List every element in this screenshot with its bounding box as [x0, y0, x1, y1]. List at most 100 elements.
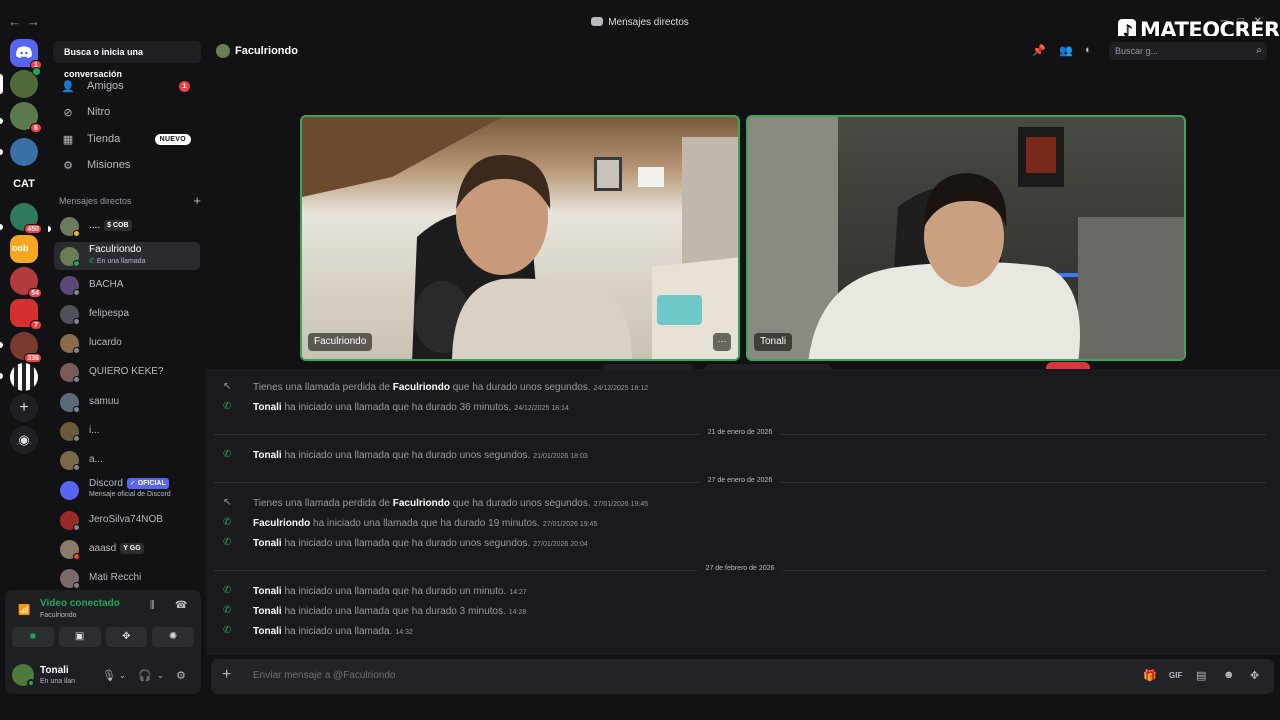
date-divider: 21 de enero de 2026 — [214, 429, 1266, 436]
headphones-icon[interactable]: 🎧 — [138, 669, 152, 682]
add-server-icon[interactable]: + — [10, 394, 38, 422]
nitro-icon: ⊘ — [63, 106, 73, 119]
timestamp: 14:28 — [508, 609, 527, 616]
call-log-item: ✆ Tonali ha iniciado una llamada. 14:32 — [206, 623, 1280, 641]
signal-icon: 📶 — [18, 605, 31, 616]
dm-item[interactable]: QUIERO KEKE? — [54, 358, 200, 386]
nav-item-nitro[interactable]: ⊘ Nitro — [54, 100, 200, 124]
video-tile-tonali[interactable]: Tonali — [746, 115, 1186, 361]
status-dot — [27, 679, 35, 687]
log-user[interactable]: Tonali — [253, 586, 282, 597]
attach-plus-icon[interactable]: + — [222, 666, 231, 684]
voice-connection-panel: 📶 Video conectado Faculriondo ⫼ ☎ ■ ▣ ✥ … — [5, 590, 201, 656]
profile-icon[interactable]: ◐ — [1085, 44, 1092, 56]
server-avatar[interactable]: 6 — [10, 102, 42, 133]
chevron-down-icon[interactable]: ⌄ — [119, 671, 126, 680]
dm-name: Faculriondo — [89, 244, 142, 255]
log-user[interactable]: Tonali — [253, 402, 282, 413]
camera-button[interactable]: ■ — [12, 627, 54, 647]
call-log-text: Faculriondo ha iniciado una llamada que … — [253, 518, 597, 529]
dm-item[interactable]: a... — [54, 446, 200, 474]
dm-name: i... — [89, 425, 100, 436]
server-text-cat[interactable]: CAT — [6, 178, 42, 190]
dm-item[interactable]: lucardo — [54, 329, 200, 357]
server-avatar[interactable]: 54 — [10, 267, 42, 298]
date-divider: 27 de febrero de 2026 — [214, 565, 1266, 572]
dm-item[interactable]: samuu — [54, 388, 200, 416]
nav-item-quests[interactable]: ⚙ Misiones — [54, 153, 200, 177]
timestamp: 27/01/2026 20:04 — [533, 541, 588, 548]
settings-icon[interactable]: ⚙ — [176, 669, 186, 682]
apps-icon[interactable]: ✥ — [1250, 669, 1259, 682]
call-log-text: Tonali ha iniciado una llamada que ha du… — [253, 606, 526, 617]
pin-icon[interactable]: 📌 — [1032, 44, 1046, 57]
dm-item[interactable]: Mati Recchi — [54, 564, 200, 590]
find-conversation-button[interactable]: Busca o inicia una conversación — [53, 41, 201, 79]
sticker-icon[interactable]: ▤ — [1196, 669, 1206, 682]
gif-icon[interactable]: GIF — [1169, 671, 1182, 680]
share-screen-button[interactable]: ▣ — [58, 627, 101, 647]
log-user[interactable]: Tonali — [253, 538, 282, 549]
emoji-icon[interactable]: ☻ — [1223, 669, 1235, 681]
log-text: que ha durado unos segundos. — [449, 498, 591, 509]
log-user[interactable]: Tonali — [253, 626, 282, 637]
nav-item-friends[interactable]: 👤 Amigos 1 — [54, 74, 200, 98]
server-avatar[interactable] — [10, 67, 41, 98]
dm-item[interactable]: Discord ✓ OFICIAL Mensaje oficial de Disco… — [54, 476, 200, 504]
server-avatar[interactable]: 7 — [10, 299, 42, 330]
log-user[interactable]: Tonali — [253, 450, 282, 461]
more-options-icon[interactable]: ··· — [713, 333, 731, 351]
server-avatar[interactable]: 336 — [10, 332, 42, 363]
dm-item-selected[interactable]: Faculriondo ✆ En una llamada — [54, 242, 200, 270]
server-avatar[interactable] — [10, 138, 38, 166]
server-avatar[interactable]: oob — [10, 235, 38, 263]
log-user[interactable]: Faculriondo — [253, 518, 310, 529]
server-badge: 7 — [30, 320, 42, 330]
log-user[interactable]: Faculriondo — [393, 382, 450, 393]
dm-item[interactable]: felipespa — [54, 300, 200, 328]
phone-icon: ✆ — [223, 517, 232, 528]
noise-suppression-icon[interactable]: ⫼ — [150, 600, 155, 611]
dm-item[interactable]: JeroSilva74NOB — [54, 506, 200, 534]
dm-name: Discord ✓ OFICIAL — [89, 478, 169, 489]
activities-button[interactable]: ✥ — [105, 627, 148, 647]
dm-name: a... — [89, 454, 103, 465]
log-text: ha iniciado una llamada que ha durado 19… — [310, 518, 540, 529]
discord-home-icon[interactable]: 1 — [10, 39, 42, 70]
create-dm-icon[interactable]: + — [193, 193, 201, 208]
dm-name: felipespa — [89, 308, 130, 319]
server-badge: 336 — [24, 353, 42, 363]
status-dot — [73, 347, 80, 354]
search-input[interactable]: Buscar g... ⌕ — [1109, 42, 1267, 60]
disconnect-icon[interactable]: ☎ — [175, 600, 187, 611]
soundboard-button[interactable]: ✺ — [152, 627, 194, 647]
dm-item[interactable]: aaasd Y GG — [54, 535, 200, 563]
date-divider: 27 de enero de 2026 — [214, 477, 1266, 484]
search-icon: ⌕ — [1256, 45, 1262, 56]
server-avatar[interactable]: 450 — [10, 203, 42, 234]
gift-icon[interactable]: 🎁 — [1143, 669, 1157, 682]
call-log-item: ✆ Tonali ha iniciado una llamada que ha d… — [206, 447, 1280, 465]
log-text: ha iniciado una llamada que ha durado un… — [281, 586, 507, 597]
microphone-icon[interactable]: 🎙 — [102, 669, 116, 682]
dm-item[interactable]: .... $ COB — [54, 212, 200, 240]
log-user[interactable]: Faculriondo — [393, 498, 450, 509]
avatar — [60, 481, 79, 500]
discover-icon[interactable]: ◉ — [10, 426, 38, 454]
timestamp: 24/12/2025 18:14 — [514, 405, 569, 412]
add-friend-icon[interactable]: 👥 — [1059, 44, 1073, 57]
log-text: Tienes una llamada perdida de — [253, 382, 393, 393]
chevron-down-icon[interactable]: ⌄ — [157, 671, 164, 680]
phone-icon: ✆ — [223, 537, 232, 548]
nav-item-shop[interactable]: ▦ Tienda NUEVO — [54, 127, 200, 151]
message-composer[interactable]: + Enviar mensaje a @Faculriondo 🎁 GIF ▤ … — [211, 659, 1274, 694]
dm-sidebar: Busca o inicia una conversación 👤 Amigos 1… — [48, 36, 206, 590]
dm-item[interactable]: BACHA — [54, 271, 200, 299]
dm-item[interactable]: i... — [54, 417, 200, 445]
log-user[interactable]: Tonali — [253, 606, 282, 617]
message-input-placeholder[interactable]: Enviar mensaje a @Faculriondo — [253, 670, 395, 681]
dm-icon — [591, 17, 604, 26]
dm-sub: ✆ En una llamada — [89, 257, 145, 265]
video-tile-faculriondo[interactable]: Faculriondo ··· — [300, 115, 740, 361]
server-avatar[interactable] — [10, 363, 38, 391]
